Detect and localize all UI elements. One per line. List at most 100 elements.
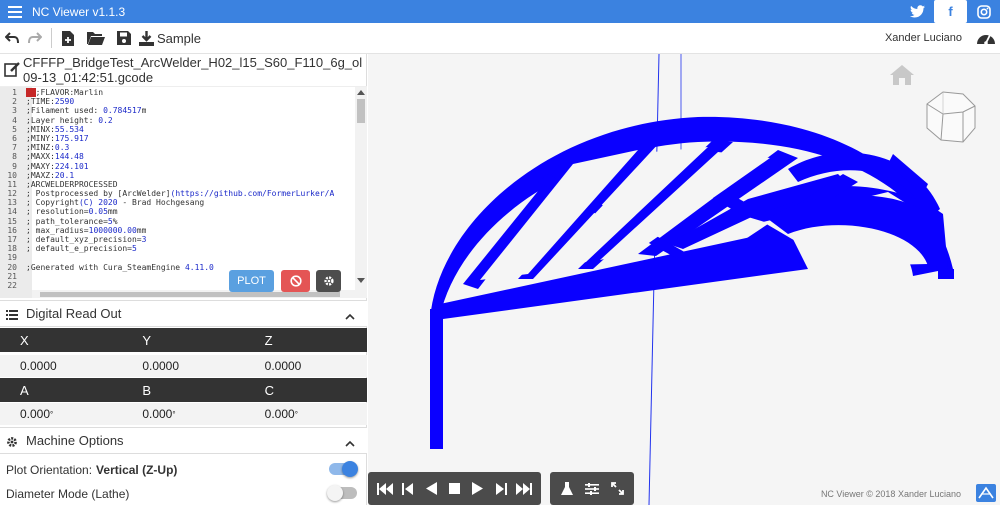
line-prefix: ;ARCWELDERPROCESSED — [26, 179, 118, 189]
scroll-thumb[interactable] — [357, 99, 365, 123]
sliders-icon[interactable] — [583, 480, 601, 498]
plot-orientation-toggle[interactable] — [329, 461, 358, 477]
line-suffix: mm — [136, 225, 147, 235]
social-links: f — [901, 0, 1000, 23]
line-suffix: mm — [107, 207, 118, 217]
play-reverse-icon[interactable] — [422, 480, 440, 498]
stop-icon[interactable] — [445, 480, 463, 498]
code-line[interactable]: 15 ; path_tolerance=5% — [0, 217, 355, 226]
left-panel: CFFFP_BridgeTest_ArcWelder_H02_l15_S60_F… — [0, 54, 367, 505]
step-forward-icon[interactable] — [492, 480, 510, 498]
skip-to-start-icon[interactable] — [376, 480, 394, 498]
scroll-up-icon[interactable] — [357, 90, 365, 95]
sample-button[interactable]: Sample — [137, 23, 203, 54]
dashboard-icon[interactable] — [976, 29, 996, 47]
line-number: 15 — [7, 216, 17, 226]
skip-to-end-icon[interactable] — [515, 480, 533, 498]
code-line[interactable]: 13 ; Copyright(C) 2020 - Brad Hochgesang — [0, 198, 355, 207]
line-text: ;Layer height: 0.2 — [26, 116, 113, 125]
line-number: 10 — [7, 170, 17, 180]
code-line[interactable]: 9 ;MAXY:224.101 — [0, 162, 355, 171]
line-prefix: ;Layer height: — [26, 115, 99, 125]
play-icon[interactable] — [469, 480, 487, 498]
line-text: ;ARCWELDERPROCESSED — [26, 180, 118, 189]
code-line[interactable]: 10 ;MAXZ:20.1 — [0, 171, 355, 180]
step-back-icon[interactable] — [399, 480, 417, 498]
chevron-up-icon[interactable] — [345, 436, 355, 447]
line-text: ;MAXX:144.48 — [26, 152, 84, 161]
file-name-continued: 09-13_01:42:51.gcode — [23, 70, 154, 85]
line-number-value: 2590 — [54, 97, 75, 107]
code-line[interactable]: 19 — [0, 253, 355, 262]
clear-button[interactable] — [281, 270, 310, 292]
line-number-value: 4.11.0 — [184, 262, 214, 272]
line-suffix: m — [141, 106, 147, 116]
nc-viewer-logo-icon[interactable] — [976, 484, 996, 502]
new-file-icon[interactable] — [55, 23, 81, 54]
plot-button[interactable]: PLOT — [229, 270, 274, 292]
line-number: 22 — [7, 280, 17, 290]
code-line[interactable]: 8 ;MAXX:144.48 — [0, 152, 355, 161]
code-line[interactable]: 6 ;MINY:175.917 — [0, 134, 355, 143]
code-line[interactable]: 14 ; resolution=0.05mm — [0, 207, 355, 216]
edit-filename-icon[interactable] — [4, 61, 20, 77]
3d-viewport[interactable]: NC Viewer © 2018 Xander Luciano — [368, 54, 1000, 505]
dro-title: Digital Read Out — [26, 306, 122, 321]
dro-cell-a: 0.000 ° — [0, 403, 122, 425]
line-text: ;MAXY:224.101 — [26, 162, 89, 171]
code-line[interactable]: 17 ; default_xyz_precision=3 — [0, 235, 355, 244]
line-text: ; default_e_precision=5 — [26, 244, 137, 253]
dro-header-row-abc: A B C — [0, 378, 367, 402]
diameter-mode-option: Diameter Mode (Lathe) — [0, 483, 367, 505]
fullscreen-icon[interactable] — [608, 480, 626, 498]
machine-options-header[interactable]: Machine Options — [0, 427, 367, 454]
code-line[interactable]: 12 ; Postprocessed by [ArcWelder](https:/… — [0, 189, 355, 198]
scroll-down-icon[interactable] — [357, 278, 365, 283]
editor-vertical-scrollbar[interactable] — [355, 87, 367, 298]
code-lines[interactable]: 1 ;FLAVOR:Marlin 2 ;TIME:2590 3 ;Filament us… — [0, 88, 355, 290]
dro-label-b: B — [142, 382, 151, 398]
line-number-value: 5 — [131, 244, 137, 254]
code-line[interactable]: 4 ;Layer height: 0.2 — [0, 116, 355, 125]
line-content: ;FLAVOR:Marlin — [35, 88, 104, 97]
facebook-icon[interactable]: f — [934, 0, 967, 23]
line-number: 11 — [7, 179, 17, 189]
chevron-up-icon[interactable] — [345, 309, 355, 320]
user-name[interactable]: Xander Luciano — [885, 23, 962, 54]
file-header: CFFFP_BridgeTest_ArcWelder_H02_l15_S60_F… — [0, 54, 367, 86]
line-number-value: 55.534 — [54, 124, 84, 134]
home-icon[interactable] — [889, 64, 915, 86]
line-number: 12 — [7, 189, 17, 199]
line-prefix: ;MINY: — [26, 133, 55, 143]
line-text: ; path_tolerance=5% — [26, 217, 118, 226]
save-icon[interactable] — [111, 23, 137, 54]
code-line[interactable]: 18 ; default_e_precision=5 — [0, 244, 355, 253]
view-cube-icon[interactable] — [915, 76, 985, 154]
twitter-icon[interactable] — [901, 0, 934, 23]
redo-icon[interactable] — [22, 23, 48, 54]
gcode-editor[interactable]: 1 ;FLAVOR:Marlin 2 ;TIME:2590 3 ;Filament us… — [0, 86, 367, 298]
line-number: 18 — [7, 244, 17, 254]
dro-value-row-abc: 0.000 ° 0.000 ° 0.000 ° — [0, 403, 367, 425]
flask-icon[interactable] — [558, 480, 576, 498]
settings-button[interactable] — [316, 270, 341, 292]
code-line[interactable]: 7 ;MINZ:0.3 — [0, 143, 355, 152]
code-line[interactable]: 3 ;Filament used: 0.784517m — [0, 106, 355, 115]
code-line[interactable]: 5 ;MINX:55.534 — [0, 125, 355, 134]
diameter-mode-toggle[interactable] — [327, 485, 357, 501]
toggle-knob — [327, 485, 343, 501]
degree-symbol: ° — [50, 409, 54, 419]
hscroll-thumb[interactable] — [40, 292, 340, 297]
open-folder-icon[interactable] — [81, 23, 111, 54]
menu-icon[interactable] — [0, 0, 30, 23]
file-name[interactable]: CFFFP_BridgeTest_ArcWelder_H02_l15_S60_F… — [23, 55, 366, 70]
code-line[interactable]: 2 ;TIME:2590 — [0, 97, 355, 106]
code-line[interactable]: 1 ;FLAVOR:Marlin — [0, 88, 355, 97]
dro-header[interactable]: Digital Read Out — [0, 300, 367, 327]
line-suffix: - Brad Hochgesang — [117, 198, 205, 208]
line-prefix: ;MAXZ: — [26, 170, 55, 180]
code-line[interactable]: 16 ; max_radius=1000000.00mm — [0, 226, 355, 235]
undo-icon[interactable] — [2, 23, 22, 54]
code-line[interactable]: 11 ;ARCWELDERPROCESSED — [0, 180, 355, 189]
instagram-icon[interactable] — [967, 0, 1000, 23]
